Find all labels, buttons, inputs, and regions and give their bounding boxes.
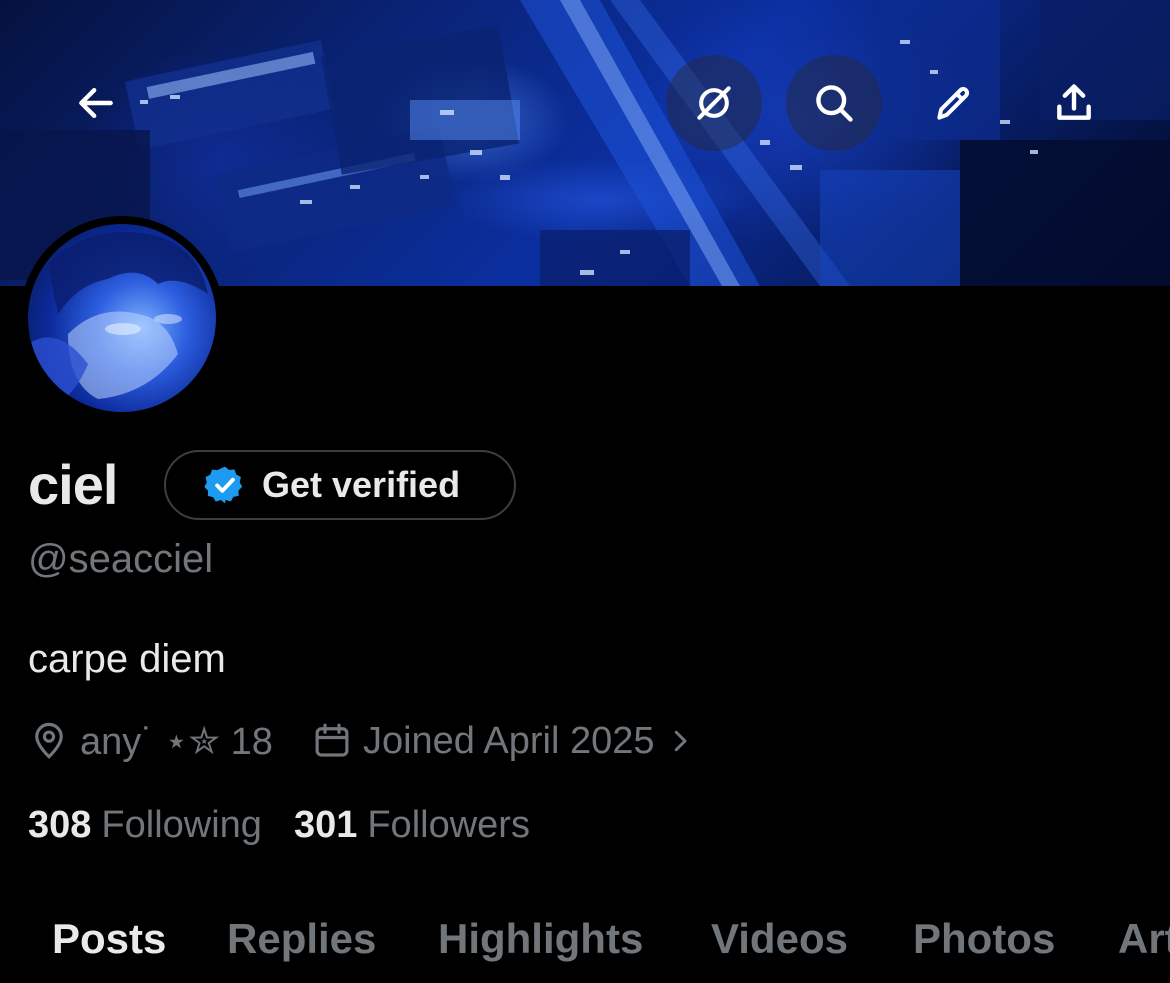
pencil-icon xyxy=(937,87,970,120)
following-link[interactable]: 308 Following xyxy=(28,800,262,850)
profile-handle: @seacciel xyxy=(28,537,214,581)
joined-text: Joined April 2025 xyxy=(362,719,655,762)
tab-articles[interactable]: Articles xyxy=(1118,913,1170,965)
get-verified-label: Get verified xyxy=(262,464,461,505)
followers-link[interactable]: 301 Followers xyxy=(294,800,530,850)
joined-date-link[interactable]: Joined April 2025 xyxy=(311,720,695,763)
calendar-icon xyxy=(315,723,349,757)
search-button[interactable] xyxy=(786,55,882,151)
tab-highlights[interactable]: Highlights xyxy=(438,913,643,965)
tab-posts[interactable]: Posts xyxy=(52,913,166,965)
share-icon xyxy=(1057,84,1091,120)
profile-location: any˙ ⋆✮ 18 xyxy=(28,719,273,764)
following-count: 308 xyxy=(28,804,92,846)
profile-name: ciel xyxy=(28,453,118,516)
chevron-right-icon xyxy=(674,730,686,752)
search-icon xyxy=(816,85,853,122)
followers-count: 301 xyxy=(293,804,358,846)
profile-stats: 308 Following 301 Followers xyxy=(28,800,530,850)
location-pin-icon xyxy=(35,722,63,759)
following-label: Following xyxy=(101,804,262,846)
profile-tabs: Posts Replies Highlights Videos Photos A… xyxy=(0,905,1170,983)
verified-badge-icon xyxy=(204,466,243,504)
avatar[interactable] xyxy=(20,216,224,420)
edit-profile-button[interactable] xyxy=(906,55,1002,151)
profile-bio: carpe diem xyxy=(28,637,226,681)
grok-button[interactable] xyxy=(666,55,762,151)
avatar-image xyxy=(28,224,216,412)
tab-replies[interactable]: Replies xyxy=(227,913,376,965)
tab-videos[interactable]: Videos xyxy=(711,913,848,965)
back-arrow-icon xyxy=(79,87,113,119)
share-button[interactable] xyxy=(1026,55,1122,151)
followers-label: Followers xyxy=(367,804,530,846)
tab-photos[interactable]: Photos xyxy=(913,913,1055,965)
location-text: any˙ ⋆✮ 18 xyxy=(80,720,273,763)
get-verified-button[interactable]: Get verified xyxy=(164,450,516,520)
profile-meta: any˙ ⋆✮ 18 Joined April 2025 xyxy=(28,716,695,766)
grok-icon xyxy=(697,86,731,120)
back-button[interactable] xyxy=(48,55,144,151)
